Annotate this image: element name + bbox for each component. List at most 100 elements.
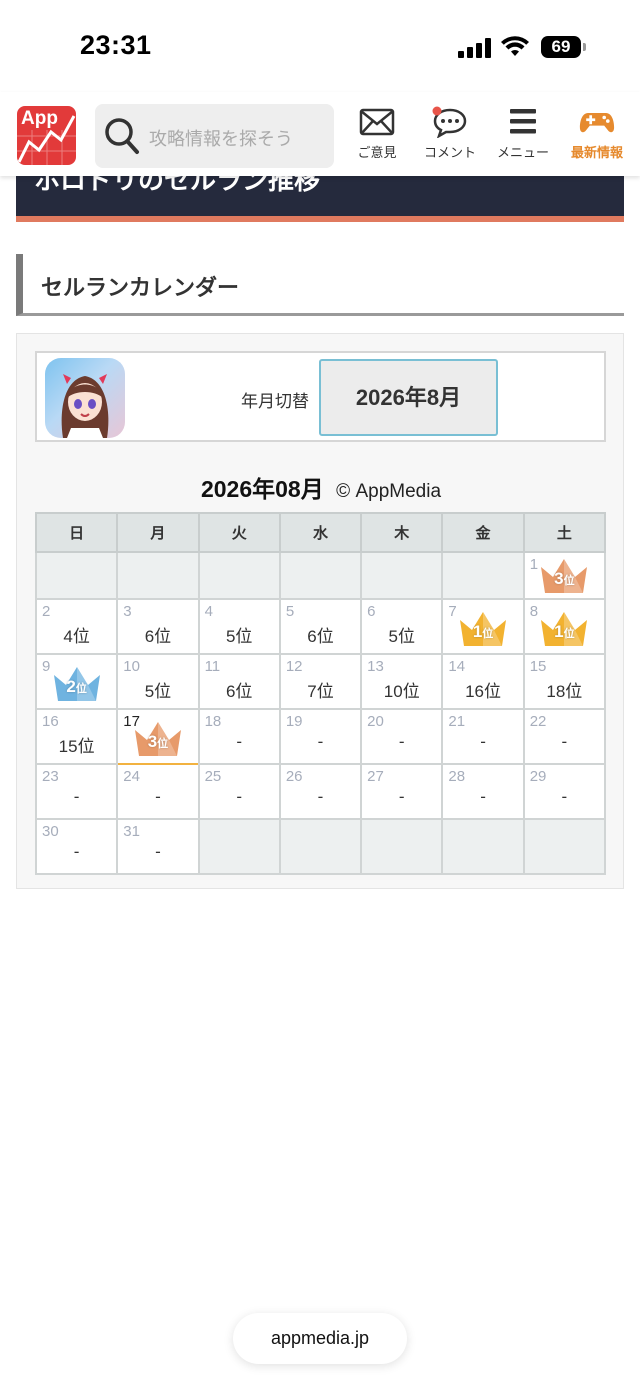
day-rank: 15位 [58,737,95,756]
day-number: 23 [42,768,59,785]
feedback-button[interactable]: ご意見 [352,106,402,166]
nav-label-latest: 最新情報 [570,145,623,160]
day-rank: - [155,842,161,861]
calendar-month-title: 2026年08月 [200,476,324,502]
browser-url-bar[interactable]: appmedia.jp [233,1313,407,1364]
weekday-header-row: 日月火水木金土 [34,512,607,553]
day-number: 27 [367,768,384,785]
calendar-week-row: 16 15位 17 3位 18-19-20-21-22- [34,708,607,765]
wifi-icon [501,36,529,56]
search-input[interactable]: 攻略情報を探そう [95,104,334,168]
calendar-empty-cell [197,551,281,600]
calendar-empty-cell [116,551,200,600]
calendar-day-cell: 5 6位 [278,598,363,655]
calendar-empty-cell [34,551,119,600]
appmedia-logo[interactable]: App [17,106,76,165]
calendar-week-row: 9 2位 10 5位 11 6位 12 7位 13 10位 14 16位 15 18位 [34,653,607,710]
day-rank: - [236,787,243,806]
calendar-day-cell: 13 10位 [360,653,444,710]
day-number: 26 [285,768,303,785]
calendar-day-cell: 7 1位 [441,598,525,655]
day-number: 19 [285,713,303,730]
day-number: 11 [204,658,221,675]
calendar-day-cell: 24- [116,763,200,820]
day-number: 28 [448,768,466,785]
day-rank: 10位 [383,682,420,701]
day-rank: - [561,732,568,751]
search-icon [105,118,139,154]
day-rank: - [480,732,486,751]
calendar-week-row: 2 4位 3 6位 4 5位 5 6位 6 5位 7 1位 8 1位 [34,598,607,655]
crown-rank: 1位 [537,622,591,642]
month-select-button[interactable]: 2026年8月 [319,359,498,436]
search-placeholder: 攻略情報を探そう [149,129,293,149]
month-switch-label: 年月切替 [241,392,309,411]
menu-button[interactable]: メニュー [492,106,554,166]
calendar-empty-cell [278,551,363,600]
menu-icon [510,109,536,134]
day-number: 10 [123,658,140,675]
calendar-day-cell: 8 1位 [522,598,607,655]
calendar-empty-cell [522,818,607,875]
calendar-week-row: 30-31- [34,818,607,875]
day-rank: 6位 [225,682,253,701]
latest-news-button[interactable]: 最新情報 [566,106,628,166]
nav-label-feedback: ご意見 [357,145,397,160]
calendar-title: 2026年08月 © AppMedia [17,470,625,504]
day-number: 16 [42,713,59,730]
calendar-day-cell: 25- [197,763,281,820]
calendar-day-cell: 23- [34,763,119,820]
chart-logo-icon [17,115,76,165]
rank-crown-silver: 2位 [50,663,104,705]
weekday-header: 火 [197,512,281,553]
battery-icon: 69 [541,36,581,58]
rank-crown-bronze: 3位 [131,718,185,760]
day-rank: 5位 [225,627,253,646]
site-header: App 攻略情報を探そう ご意見 コメント メニュー 最新情報 [0,92,640,176]
crown-rank: 1位 [456,622,510,642]
day-rank: 6位 [144,627,172,646]
day-rank: - [317,732,324,751]
crown-rank-number: 2 [66,677,76,696]
crown-rank-suffix: 位 [482,628,494,640]
calendar-empty-cell [360,551,444,600]
calendar-day-cell: 16 15位 [34,708,119,765]
day-rank: 4位 [63,627,90,646]
gamepad-icon [579,113,615,133]
day-rank: 5位 [144,682,172,701]
calendar-day-cell: 15 18位 [522,653,607,710]
crown-rank-number: 1 [472,622,483,641]
calendar-empty-cell [360,818,444,875]
weekday-header: 木 [360,512,444,553]
rank-crown-bronze: 3位 [537,555,591,597]
app-icon [45,358,125,438]
calendar-day-cell: 22- [522,708,607,765]
day-number: 25 [204,768,222,785]
comment-button[interactable]: コメント [418,106,482,166]
weekday-header: 土 [522,512,607,553]
calendar-day-cell: 20- [360,708,444,765]
calendar-empty-cell [441,551,525,600]
day-number: 24 [123,768,140,785]
calendar-day-cell: 27- [360,763,444,820]
day-rank: - [236,732,243,751]
day-number: 12 [285,658,303,675]
comment-icon [432,106,467,138]
day-rank: 5位 [388,627,415,646]
calendar-day-cell: 18- [197,708,281,765]
calendar-empty-cell [441,818,525,875]
day-number: 5 [285,603,295,620]
calendar-empty-cell [278,818,363,875]
day-rank: - [480,787,486,806]
day-rank: 18位 [546,682,583,701]
app-month-selector: 年月切替 2026年8月 [35,351,606,442]
nav-label-menu: メニュー [496,145,549,160]
sales-rank-calendar-card: 年月切替 2026年8月 2026年08月 © AppMedia 日月火水木金土… [16,333,624,889]
calendar-day-cell: 21- [441,708,525,765]
calendar-day-cell: 2 4位 [34,598,119,655]
day-number: 13 [367,658,384,675]
day-number: 20 [367,713,384,730]
status-bar: 23:31 69 [0,0,640,92]
weekday-header: 金 [441,512,525,553]
crown-rank-number: 1 [554,622,564,641]
